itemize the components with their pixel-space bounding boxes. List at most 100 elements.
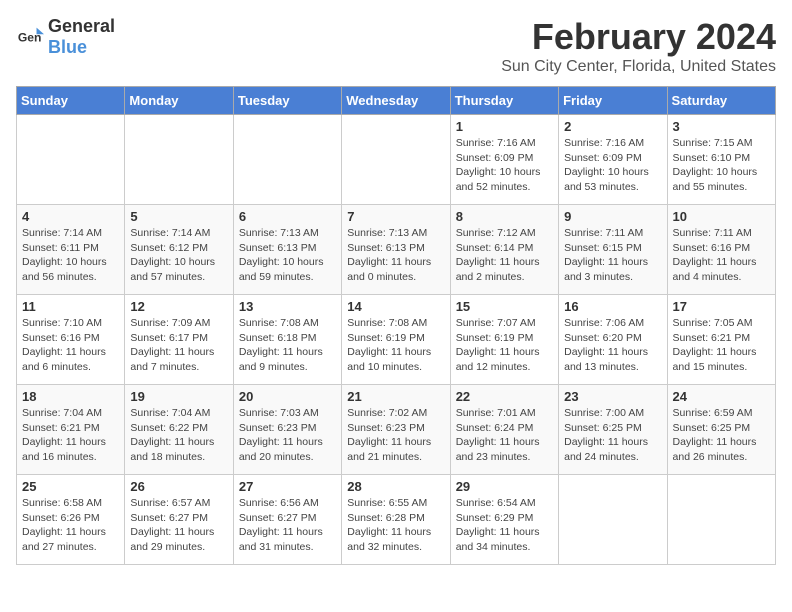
calendar-cell: 20Sunrise: 7:03 AM Sunset: 6:23 PM Dayli… <box>233 385 341 475</box>
day-number: 11 <box>22 299 119 314</box>
calendar-cell: 15Sunrise: 7:07 AM Sunset: 6:19 PM Dayli… <box>450 295 558 385</box>
calendar-cell: 16 Sunrise: 7:06 AM Sunset: 6:20 PM Dayli… <box>559 295 667 385</box>
calendar-cell: 12 Sunrise: 7:09 AM Sunset: 6:17 PM Dayli… <box>125 295 233 385</box>
logo: Gen General Blue <box>16 16 115 58</box>
day-info: Sunrise: 6:58 AM Sunset: 6:26 PM Dayligh… <box>22 496 119 555</box>
day-number: 27 <box>239 479 336 494</box>
calendar-header-row: SundayMondayTuesdayWednesdayThursdayFrid… <box>17 87 776 115</box>
header: Gen General Blue February 2024 Sun City … <box>16 16 776 76</box>
calendar-cell: 22Sunrise: 7:01 AM Sunset: 6:24 PM Dayli… <box>450 385 558 475</box>
day-number: 4 <box>22 209 119 224</box>
day-number: 12 <box>130 299 227 314</box>
calendar-cell <box>17 115 125 205</box>
day-header: Sunday <box>17 87 125 115</box>
day-number: 19 <box>130 389 227 404</box>
day-header: Friday <box>559 87 667 115</box>
calendar-cell: 4 Sunrise: 7:14 AM Sunset: 6:11 PM Daylig… <box>17 205 125 295</box>
day-info: Sunrise: 7:02 AM Sunset: 6:23 PM Dayligh… <box>347 406 444 465</box>
calendar-cell: 23Sunrise: 7:00 AM Sunset: 6:25 PM Dayli… <box>559 385 667 475</box>
day-number: 14 <box>347 299 444 314</box>
calendar-cell: 17 Sunrise: 7:05 AM Sunset: 6:21 PM Dayli… <box>667 295 775 385</box>
calendar-cell: 1Sunrise: 7:16 AM Sunset: 6:09 PM Daylig… <box>450 115 558 205</box>
logo-blue: Blue <box>48 37 87 57</box>
day-number: 24 <box>673 389 770 404</box>
day-number: 16 <box>564 299 661 314</box>
day-number: 3 <box>673 119 770 134</box>
day-number: 13 <box>239 299 336 314</box>
calendar-body: 1Sunrise: 7:16 AM Sunset: 6:09 PM Daylig… <box>17 115 776 565</box>
calendar-cell: 5 Sunrise: 7:14 AM Sunset: 6:12 PM Daylig… <box>125 205 233 295</box>
day-number: 22 <box>456 389 553 404</box>
page-title: February 2024 <box>501 16 776 58</box>
day-info: Sunrise: 7:12 AM Sunset: 6:14 PM Dayligh… <box>456 226 553 285</box>
day-info: Sunrise: 7:13 AM Sunset: 6:13 PM Dayligh… <box>347 226 444 285</box>
day-number: 5 <box>130 209 227 224</box>
calendar-week-row: 11 Sunrise: 7:10 AM Sunset: 6:16 PM Dayli… <box>17 295 776 385</box>
day-number: 25 <box>22 479 119 494</box>
day-number: 2 <box>564 119 661 134</box>
day-number: 21 <box>347 389 444 404</box>
day-info: Sunrise: 7:10 AM Sunset: 6:16 PM Dayligh… <box>22 316 119 375</box>
calendar-cell: 2 Sunrise: 7:16 AM Sunset: 6:09 PM Daylig… <box>559 115 667 205</box>
day-info: Sunrise: 7:13 AM Sunset: 6:13 PM Dayligh… <box>239 226 336 285</box>
day-info: Sunrise: 6:57 AM Sunset: 6:27 PM Dayligh… <box>130 496 227 555</box>
calendar-cell: 24 Sunrise: 6:59 AM Sunset: 6:25 PM Dayli… <box>667 385 775 475</box>
calendar-cell <box>342 115 450 205</box>
calendar-cell: 10 Sunrise: 7:11 AM Sunset: 6:16 PM Dayli… <box>667 205 775 295</box>
day-info: Sunrise: 7:05 AM Sunset: 6:21 PM Dayligh… <box>673 316 770 375</box>
day-info: Sunrise: 7:14 AM Sunset: 6:11 PM Dayligh… <box>22 226 119 285</box>
calendar-cell: 19Sunrise: 7:04 AM Sunset: 6:22 PM Dayli… <box>125 385 233 475</box>
calendar-cell: 6 Sunrise: 7:13 AM Sunset: 6:13 PM Daylig… <box>233 205 341 295</box>
day-info: Sunrise: 7:14 AM Sunset: 6:12 PM Dayligh… <box>130 226 227 285</box>
calendar-cell: 13 Sunrise: 7:08 AM Sunset: 6:18 PM Dayli… <box>233 295 341 385</box>
calendar-cell: 8 Sunrise: 7:12 AM Sunset: 6:14 PM Daylig… <box>450 205 558 295</box>
calendar-cell: 11 Sunrise: 7:10 AM Sunset: 6:16 PM Dayli… <box>17 295 125 385</box>
day-number: 6 <box>239 209 336 224</box>
day-number: 17 <box>673 299 770 314</box>
calendar-cell: 25 Sunrise: 6:58 AM Sunset: 6:26 PM Dayli… <box>17 475 125 565</box>
day-info: Sunrise: 7:03 AM Sunset: 6:23 PM Dayligh… <box>239 406 336 465</box>
day-info: Sunrise: 7:16 AM Sunset: 6:09 PM Dayligh… <box>564 136 661 195</box>
day-info: Sunrise: 6:55 AM Sunset: 6:28 PM Dayligh… <box>347 496 444 555</box>
calendar-cell: 14Sunrise: 7:08 AM Sunset: 6:19 PM Dayli… <box>342 295 450 385</box>
day-header: Saturday <box>667 87 775 115</box>
day-header: Thursday <box>450 87 558 115</box>
day-header: Tuesday <box>233 87 341 115</box>
logo-general: General <box>48 16 115 36</box>
day-info: Sunrise: 7:06 AM Sunset: 6:20 PM Dayligh… <box>564 316 661 375</box>
page-subtitle: Sun City Center, Florida, United States <box>501 58 776 76</box>
day-number: 29 <box>456 479 553 494</box>
day-info: Sunrise: 7:15 AM Sunset: 6:10 PM Dayligh… <box>673 136 770 195</box>
calendar-week-row: 1Sunrise: 7:16 AM Sunset: 6:09 PM Daylig… <box>17 115 776 205</box>
day-info: Sunrise: 7:00 AM Sunset: 6:25 PM Dayligh… <box>564 406 661 465</box>
calendar-cell: 28 Sunrise: 6:55 AM Sunset: 6:28 PM Dayli… <box>342 475 450 565</box>
day-number: 8 <box>456 209 553 224</box>
calendar-cell <box>125 115 233 205</box>
day-info: Sunrise: 7:09 AM Sunset: 6:17 PM Dayligh… <box>130 316 227 375</box>
calendar-cell: 21 Sunrise: 7:02 AM Sunset: 6:23 PM Dayli… <box>342 385 450 475</box>
calendar-cell: 18 Sunrise: 7:04 AM Sunset: 6:21 PM Dayli… <box>17 385 125 475</box>
calendar-week-row: 25 Sunrise: 6:58 AM Sunset: 6:26 PM Dayli… <box>17 475 776 565</box>
calendar-cell <box>559 475 667 565</box>
calendar-cell <box>667 475 775 565</box>
day-number: 10 <box>673 209 770 224</box>
day-info: Sunrise: 7:04 AM Sunset: 6:21 PM Dayligh… <box>22 406 119 465</box>
day-info: Sunrise: 6:56 AM Sunset: 6:27 PM Dayligh… <box>239 496 336 555</box>
day-number: 28 <box>347 479 444 494</box>
day-number: 15 <box>456 299 553 314</box>
calendar-cell: 9Sunrise: 7:11 AM Sunset: 6:15 PM Daylig… <box>559 205 667 295</box>
day-header: Wednesday <box>342 87 450 115</box>
calendar-cell: 26Sunrise: 6:57 AM Sunset: 6:27 PM Dayli… <box>125 475 233 565</box>
day-info: Sunrise: 7:08 AM Sunset: 6:18 PM Dayligh… <box>239 316 336 375</box>
day-number: 18 <box>22 389 119 404</box>
calendar-cell: 7 Sunrise: 7:13 AM Sunset: 6:13 PM Daylig… <box>342 205 450 295</box>
calendar-week-row: 4 Sunrise: 7:14 AM Sunset: 6:11 PM Daylig… <box>17 205 776 295</box>
calendar-cell: 27 Sunrise: 6:56 AM Sunset: 6:27 PM Dayli… <box>233 475 341 565</box>
calendar-table: SundayMondayTuesdayWednesdayThursdayFrid… <box>16 86 776 565</box>
calendar-week-row: 18 Sunrise: 7:04 AM Sunset: 6:21 PM Dayli… <box>17 385 776 475</box>
day-number: 7 <box>347 209 444 224</box>
day-info: Sunrise: 7:11 AM Sunset: 6:16 PM Dayligh… <box>673 226 770 285</box>
logo-icon: Gen <box>16 23 44 51</box>
day-info: Sunrise: 6:59 AM Sunset: 6:25 PM Dayligh… <box>673 406 770 465</box>
day-info: Sunrise: 7:11 AM Sunset: 6:15 PM Dayligh… <box>564 226 661 285</box>
